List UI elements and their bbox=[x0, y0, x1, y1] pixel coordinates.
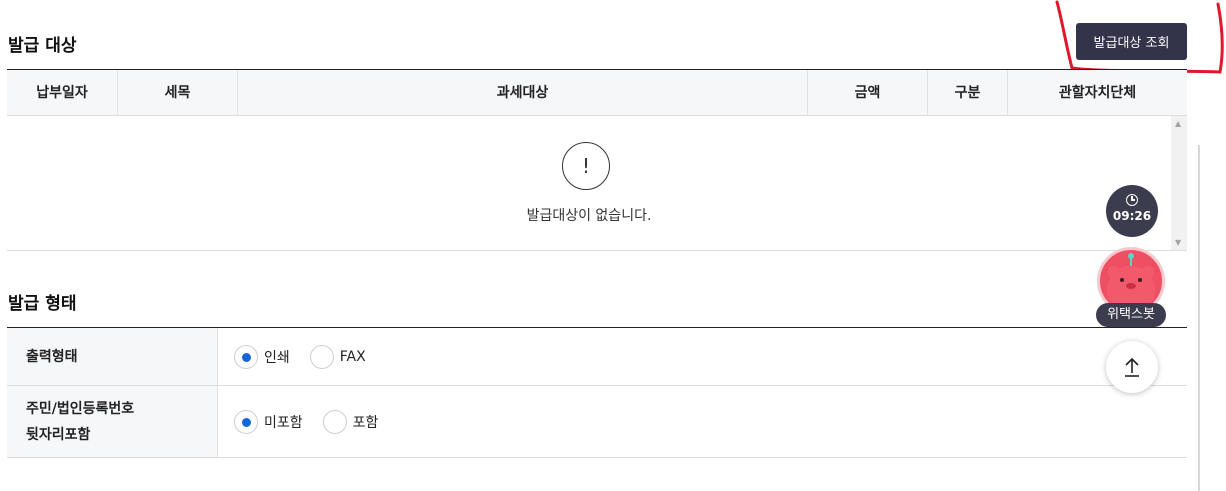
section-title-issue-type: 발급 형태 bbox=[8, 294, 77, 314]
id-number-suffix-label: 주민/법인등록번호 뒷자리포함 bbox=[7, 386, 218, 457]
column-payment-date: 납부일자 bbox=[7, 70, 118, 116]
exclamation-icon: ! bbox=[562, 142, 610, 190]
output-type-radio-group: 인쇄 FAX bbox=[234, 328, 386, 385]
chatbot-button[interactable]: 위택스봇 bbox=[1096, 247, 1166, 327]
clock-icon bbox=[1126, 194, 1138, 206]
radio-fax-circle[interactable] bbox=[309, 344, 334, 369]
output-type-row: 출력형태 인쇄 FAX bbox=[7, 327, 1187, 386]
page-scrollbar[interactable] bbox=[1198, 145, 1200, 491]
issue-target-table-body: ! 발급대상이 없습니다. ▲ ▼ bbox=[7, 116, 1187, 251]
issue-target-table-header: 납부일자 세목 과세대상 금액 구분 관할자치단체 bbox=[7, 69, 1187, 116]
radio-fax[interactable]: FAX bbox=[309, 344, 366, 369]
arrow-up-icon bbox=[1125, 357, 1139, 377]
table-scrollbar[interactable]: ▲ ▼ bbox=[1171, 116, 1187, 250]
column-tax-object: 과세대상 bbox=[238, 70, 808, 116]
id-number-suffix-row: 주민/법인등록번호 뒷자리포함 미포함 포함 bbox=[7, 386, 1187, 458]
output-type-label: 출력형태 bbox=[7, 328, 218, 385]
issue-target-lookup-button[interactable]: 발급대상 조회 bbox=[1076, 23, 1187, 60]
chatbot-label: 위택스봇 bbox=[1096, 303, 1166, 327]
section-title-issue-target: 발급 대상 bbox=[8, 36, 77, 56]
scroll-to-top-button[interactable] bbox=[1106, 341, 1158, 393]
session-timer-text: 09:26 bbox=[1112, 209, 1152, 223]
radio-include[interactable]: 포함 bbox=[322, 409, 378, 434]
id-number-radio-group: 미포함 포함 bbox=[234, 386, 398, 457]
column-amount: 금액 bbox=[808, 70, 928, 116]
session-timer-button[interactable]: 09:26 bbox=[1106, 185, 1158, 237]
scroll-down-icon[interactable]: ▼ bbox=[1175, 238, 1181, 247]
scroll-up-icon[interactable]: ▲ bbox=[1175, 119, 1181, 128]
radio-print-circle[interactable] bbox=[234, 344, 258, 369]
radio-print[interactable]: 인쇄 bbox=[234, 344, 290, 369]
column-category: 구분 bbox=[928, 70, 1008, 116]
column-jurisdiction: 관할자치단체 bbox=[1058, 85, 1137, 101]
radio-exclude-circle[interactable] bbox=[234, 409, 258, 434]
column-tax-item: 세목 bbox=[118, 70, 238, 116]
empty-message: 발급대상이 없습니다. bbox=[526, 208, 652, 224]
radio-include-circle[interactable] bbox=[322, 409, 347, 434]
radio-exclude[interactable]: 미포함 bbox=[234, 409, 303, 434]
